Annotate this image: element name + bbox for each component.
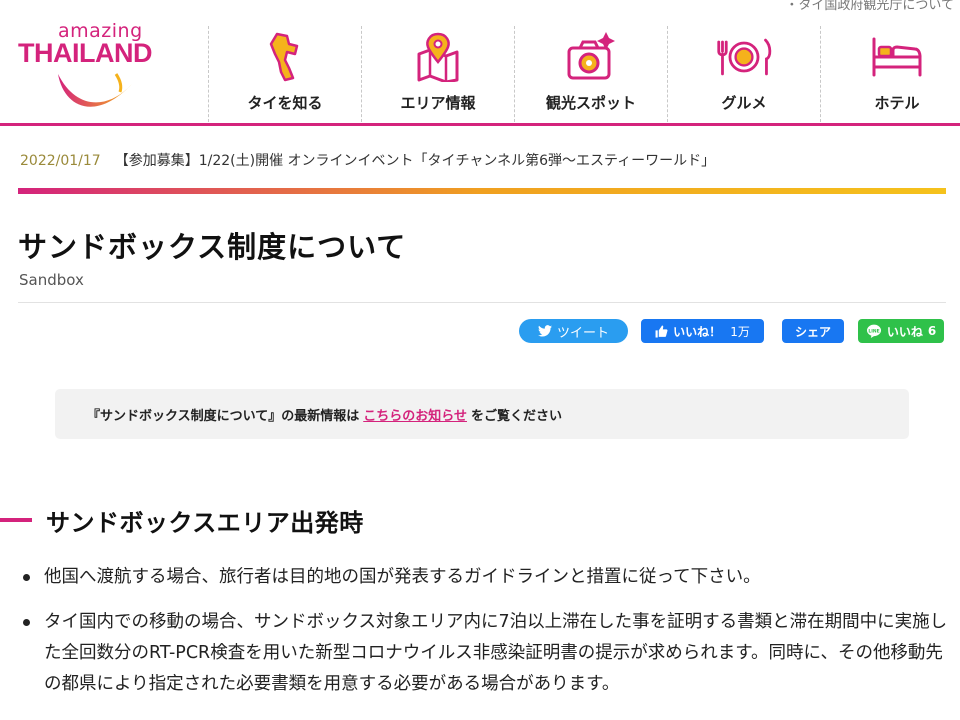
nav-label: ホテル — [874, 94, 920, 112]
section-title: サンドボックスエリア出発時 — [46, 509, 364, 537]
line-like-button[interactable]: LINE いいね 6 — [858, 319, 944, 343]
line-logo-icon: LINE — [866, 324, 881, 338]
tweet-label: ツイート — [556, 325, 609, 341]
line-like-label: いいね — [886, 324, 923, 339]
share-label: シェア — [794, 324, 831, 339]
nav-label: グルメ — [721, 94, 767, 112]
nav-item-area-info[interactable]: エリア情報 — [361, 26, 514, 122]
notice-text-after: をご覧ください — [470, 408, 562, 424]
like-count: 1万 — [730, 324, 750, 339]
list-item: 他国へ渡航する場合、旅行者は目的地の国が発表するガイドラインと措置に従って下さい… — [20, 562, 955, 593]
title-divider — [18, 302, 946, 303]
nav-item-gourmet[interactable]: グルメ — [667, 26, 820, 122]
map-pin-icon — [409, 30, 467, 84]
logo-swoosh-icon — [58, 73, 132, 107]
news-ticker[interactable]: 2022/01/17 【参加募集】1/22(土)開催 オンラインイベント「タイチャ… — [20, 150, 715, 170]
svg-text:LINE: LINE — [868, 328, 879, 334]
logo-text-thailand: THAILAND — [18, 38, 152, 68]
facebook-share-button[interactable]: シェア — [782, 319, 844, 343]
news-text: 【参加募集】1/22(土)開催 オンラインイベント「タイチャンネル第6弾〜エステ… — [114, 153, 716, 169]
nav-item-hotel[interactable]: ホテル — [820, 26, 960, 122]
page-title: サンドボックス制度について — [18, 230, 407, 264]
main-nav: タイを知る エリア情報 観光スポット グルメ ホテル — [208, 26, 960, 122]
nav-label: エリア情報 — [400, 94, 476, 112]
section-marker — [0, 518, 32, 522]
news-date: 2022/01/17 — [20, 153, 101, 169]
site-header: amazing THAILAND タイを知る エリア情報 観光スポット グルメ … — [0, 0, 960, 126]
line-like-count: 6 — [927, 324, 937, 338]
dish-icon — [715, 30, 773, 84]
notice-link[interactable]: こちらのお知らせ — [363, 405, 467, 424]
nav-label: 観光スポット — [545, 94, 636, 112]
amazing-thailand-logo[interactable]: amazing THAILAND — [18, 20, 168, 110]
gradient-divider — [18, 188, 946, 194]
list-item: タイ国内での移動の場合、サンドボックス対象エリア内に7泊以上滞在した事を証明する… — [20, 607, 955, 700]
page-subtitle: Sandbox — [19, 271, 84, 289]
nav-item-about-thailand[interactable]: タイを知る — [208, 26, 361, 122]
twitter-bird-icon — [537, 325, 552, 337]
latest-info-notice: 『サンドボックス制度について』の最新情報は こちらのお知らせ をご覧ください — [55, 389, 909, 439]
like-label: いいね！ — [673, 324, 722, 339]
tweet-button[interactable]: ツイート — [519, 319, 628, 343]
thailand-map-icon — [256, 30, 314, 84]
facebook-like-button[interactable]: いいね！ 1万 — [641, 319, 764, 343]
nav-item-sightseeing[interactable]: 観光スポット — [514, 26, 667, 122]
notice-text-before: 『サンドボックス制度について』の最新情報は — [87, 408, 360, 424]
bullet-list: 他国へ渡航する場合、旅行者は目的地の国が発表するガイドラインと措置に従って下さい… — [20, 562, 955, 714]
bed-icon — [868, 30, 926, 84]
thumbs-up-icon — [655, 325, 668, 337]
nav-label: タイを知る — [247, 94, 323, 112]
camera-icon — [562, 30, 620, 84]
